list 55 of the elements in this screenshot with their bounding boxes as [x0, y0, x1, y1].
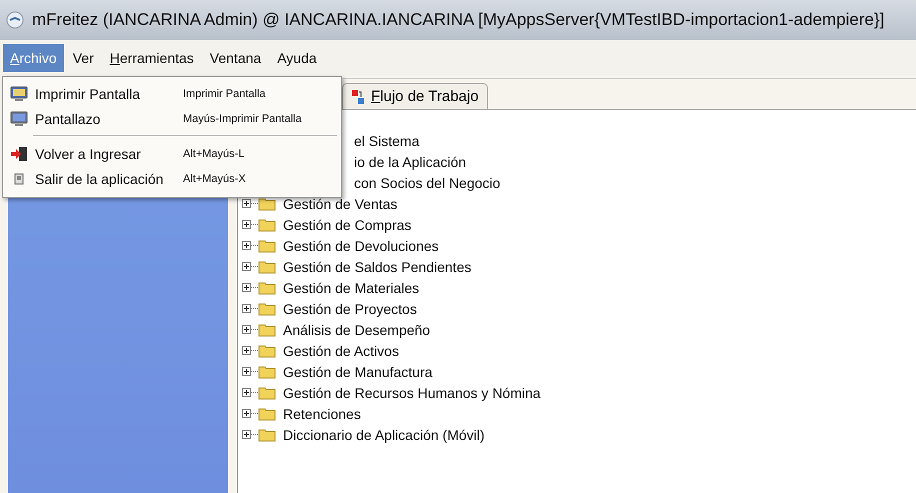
monitor-icon — [10, 110, 28, 126]
folder-icon — [258, 406, 276, 420]
tree-item-label[interactable]: Gestión de Manufactura — [283, 364, 432, 380]
expand-icon[interactable] — [242, 199, 251, 208]
tree-item-label[interactable]: Gestión de Saldos Pendientes — [283, 258, 472, 274]
menu-item[interactable]: Imprimir Pantalla Imprimir Pantalla — [3, 81, 341, 106]
folder-icon — [258, 344, 276, 358]
tree-item-label[interactable]: Análisis de Desempeño — [283, 322, 430, 338]
tab[interactable]: Flujo de Trabajo — [342, 83, 488, 109]
monitor-icon — [10, 86, 28, 102]
workflow-icon — [351, 88, 365, 104]
menu-item[interactable]: Ventana — [202, 44, 268, 72]
door-icon — [14, 172, 24, 184]
tree-item-label[interactable]: Gestión de Materiales — [283, 280, 420, 296]
expand-icon[interactable] — [242, 409, 251, 418]
tree-item-label[interactable]: Retenciones — [283, 406, 361, 422]
expand-icon[interactable] — [242, 262, 251, 271]
menu-item[interactable]: Herramientas — [102, 44, 201, 72]
app-icon — [6, 11, 24, 29]
tree-item-label[interactable]: Gestión de Recursos Humanos y Nómina — [283, 384, 541, 400]
tree-item-label[interactable]: Gestión de Devoluciones — [283, 238, 439, 254]
expand-icon[interactable] — [242, 346, 251, 355]
expand-icon[interactable] — [242, 388, 251, 397]
expand-icon[interactable] — [242, 367, 251, 376]
expand-icon[interactable] — [242, 430, 251, 439]
menu-item[interactable]: Ver — [66, 44, 101, 72]
folder-icon — [258, 302, 276, 316]
folder-icon — [258, 386, 276, 400]
tree-item-label[interactable]: Gestión de Compras — [283, 216, 412, 232]
folder-icon — [258, 260, 276, 274]
menu-item[interactable]: Salir de la aplicación Alt+Mayús-X — [3, 166, 341, 191]
expand-icon[interactable] — [242, 241, 251, 250]
tree-item-label[interactable]: Gestión de Proyectos — [283, 300, 417, 316]
expand-icon[interactable] — [242, 220, 251, 229]
folder-icon — [258, 238, 276, 252]
menu-item[interactable]: Archivo — [3, 44, 64, 72]
tree-item-label[interactable]: el Sistema — [354, 132, 420, 148]
tree-item-label[interactable]: Gestión de Ventas — [283, 196, 398, 212]
menu-item[interactable]: Ayuda — [270, 44, 324, 72]
door-arrow-icon — [10, 146, 28, 162]
menu-item[interactable]: Pantallazo Mayús-Imprimir Pantalla — [3, 106, 341, 131]
folder-icon — [258, 364, 276, 378]
folder-icon — [258, 428, 276, 442]
folder-icon — [258, 218, 276, 232]
expand-icon[interactable] — [242, 283, 251, 292]
menu-item[interactable]: Volver a Ingresar Alt+Mayús-L — [3, 141, 341, 166]
tree-item-label[interactable]: Diccionario de Aplicación (Móvil) — [283, 426, 485, 442]
tree-item-label[interactable]: con Socios del Negocio — [354, 174, 500, 190]
folder-icon — [258, 280, 276, 294]
expand-icon[interactable] — [242, 325, 251, 334]
tree-item-label[interactable]: io de la Aplicación — [354, 154, 466, 170]
expand-icon[interactable] — [242, 304, 251, 313]
folder-icon — [258, 322, 276, 336]
window-title: mFreitez (IANCARINA Admin) @ IANCARINA.IANCARINA [MyAppsServer{VMTestIBD-importacion1-adempiere}] — [32, 10, 884, 30]
tree-item-label[interactable]: Gestión de Activos — [283, 342, 399, 358]
